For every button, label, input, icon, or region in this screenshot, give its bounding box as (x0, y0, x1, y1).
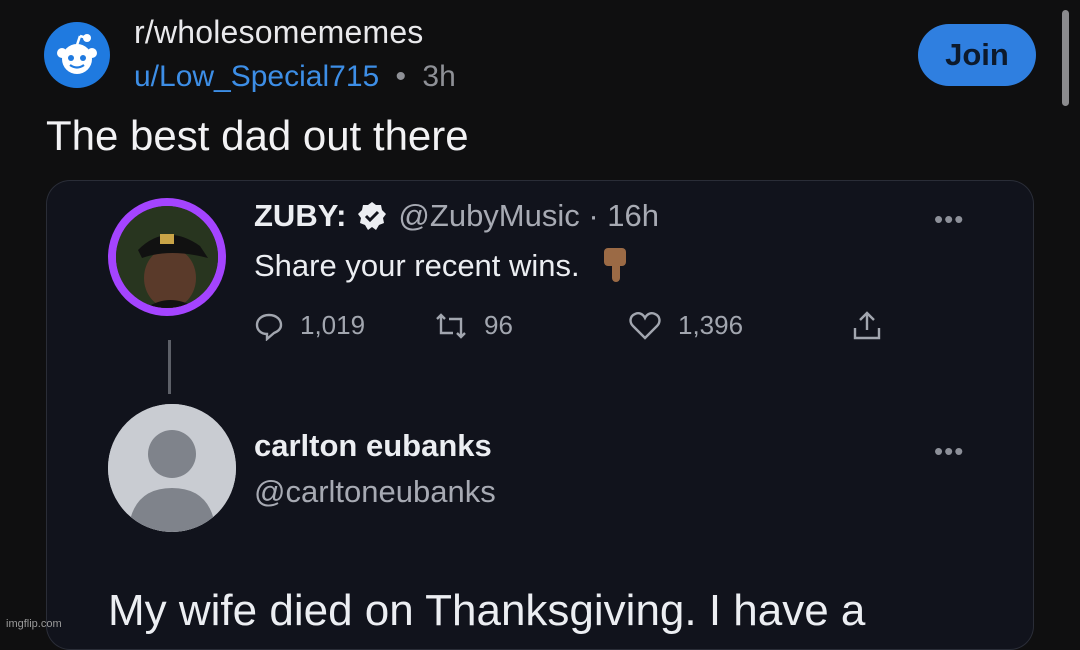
subreddit-name[interactable]: r/wholesomememes (134, 14, 424, 51)
tweet1-author-name: ZUBY: (254, 198, 347, 233)
verified-badge-icon (358, 202, 387, 230)
carlton-avatar (108, 404, 236, 532)
post-time: 3h (422, 60, 456, 93)
like-action[interactable]: 1,396 (628, 310, 743, 341)
reply-action[interactable]: 1,019 (254, 310, 365, 341)
tweet1-text: Share your recent wins. (254, 248, 580, 283)
tweet1-text-row: Share your recent wins. (254, 246, 630, 286)
tweet1-more-icon[interactable]: ••• (934, 204, 964, 235)
share-action[interactable] (852, 310, 898, 342)
meta-separator: • (395, 60, 407, 93)
retweet-action[interactable]: 96 (434, 310, 513, 341)
reddit-snoo-icon (57, 34, 97, 74)
tweet1-header: ZUBY: @ZubyMusic · 16h (254, 198, 659, 234)
tweet1-handle-time: @ZubyMusic · 16h (398, 198, 660, 233)
thread-line (168, 340, 171, 394)
tweet2-body: My wife died on Thanksgiving. I have a (108, 586, 866, 635)
post-meta: u/Low_Special715 • 3h (134, 60, 456, 94)
post-image[interactable]: ZUBY: @ZubyMusic · 16h ••• Share your re… (46, 180, 1034, 650)
tweet2-handle: @carltoneubanks (254, 474, 496, 509)
scrollbar[interactable] (1062, 10, 1069, 106)
pointing-down-icon (603, 248, 626, 282)
reply-count: 1,019 (300, 310, 366, 340)
join-button[interactable]: Join (918, 24, 1036, 86)
watermark: imgflip.com (6, 618, 62, 630)
post-author[interactable]: u/Low_Special715 (134, 60, 379, 93)
reply-icon (255, 313, 283, 341)
zuby-avatar (108, 198, 226, 316)
subreddit-avatar[interactable] (44, 22, 110, 88)
share-icon (853, 311, 881, 340)
retweet-count: 96 (484, 310, 513, 340)
tweet2-more-icon[interactable]: ••• (934, 436, 964, 467)
tweet2-author-name: carlton eubanks (254, 428, 492, 463)
post-title[interactable]: The best dad out there (46, 112, 469, 160)
like-count: 1,396 (678, 310, 744, 340)
retweet-icon (436, 312, 466, 339)
heart-icon (629, 311, 661, 340)
